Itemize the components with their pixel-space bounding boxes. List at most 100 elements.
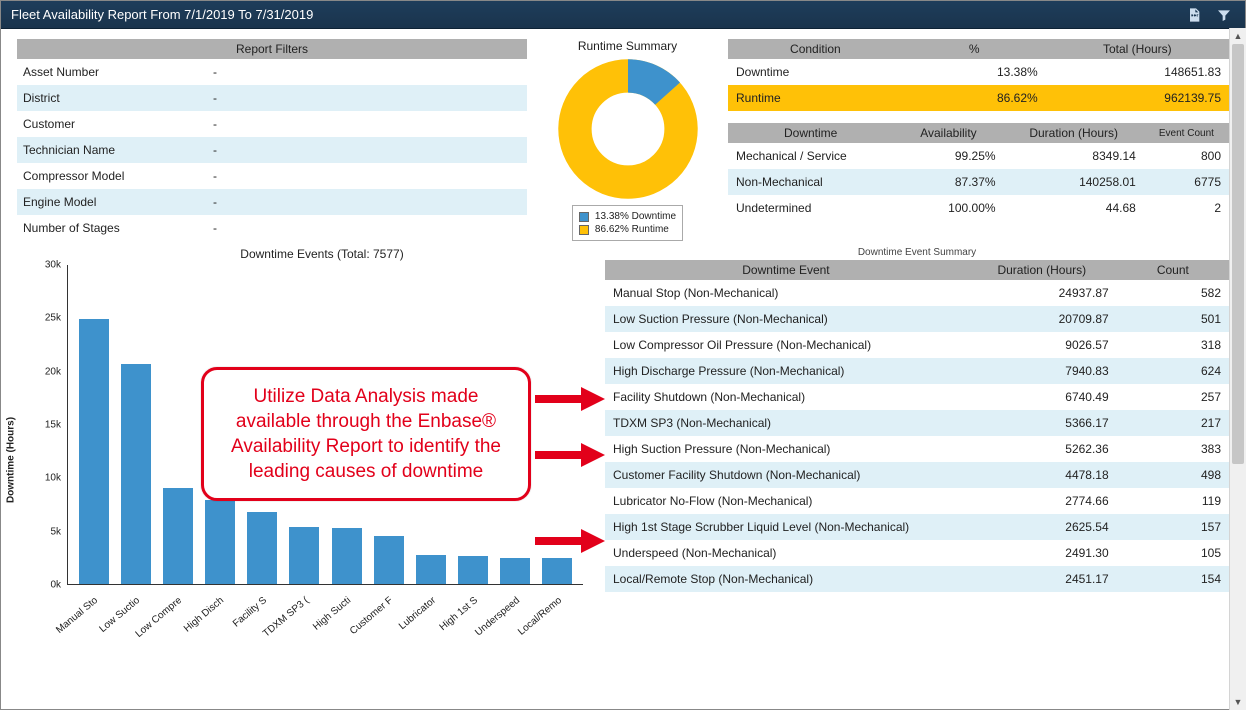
filter-button[interactable]	[1213, 4, 1235, 26]
runtime-legend: 13.38% Downtime 86.62% Runtime	[572, 205, 683, 241]
y-tick-label: 5k	[50, 526, 61, 537]
filter-row: Asset Number-	[17, 59, 527, 85]
legend-runtime-label: 86.62% Runtime	[595, 223, 669, 236]
cell-duration: 20709.87	[967, 306, 1117, 332]
filter-row: Engine Model-	[17, 189, 527, 215]
table-row: Mechanical / Service99.25%8349.14800	[728, 143, 1229, 169]
filter-label: Asset Number	[17, 65, 207, 79]
cell-count: 498	[1117, 462, 1229, 488]
cell-duration: 140258.01	[1004, 169, 1144, 195]
filter-label: Engine Model	[17, 195, 207, 209]
cell-count: 318	[1117, 332, 1229, 358]
cell-event: Manual Stop (Non-Mechanical)	[605, 280, 967, 306]
dcat-th-1: Availability	[893, 123, 1003, 143]
cell-hours: 148651.83	[1046, 59, 1229, 85]
app-window: Fleet Availability Report From 7/1/2019 …	[0, 0, 1246, 710]
cell-duration: 8349.14	[1004, 143, 1144, 169]
annotation-arrow-3	[535, 529, 605, 553]
bottom-row: Downtime Events (Total: 7577) Downtime (…	[17, 247, 1229, 655]
filter-icon	[1216, 7, 1232, 23]
cell-count: 217	[1117, 410, 1229, 436]
chart-bar	[374, 536, 404, 584]
bar-slot	[160, 265, 195, 584]
cell-count: 119	[1117, 488, 1229, 514]
filter-row: Number of Stages-	[17, 215, 527, 241]
filter-label: Number of Stages	[17, 221, 207, 235]
report-body: Report Filters Asset Number-District-Cus…	[1, 29, 1245, 709]
titlebar-actions	[1183, 4, 1235, 26]
annotation-arrow-1	[535, 387, 605, 411]
cell-count: 383	[1117, 436, 1229, 462]
cell-event: Underspeed (Non-Mechanical)	[605, 540, 967, 566]
cell-duration: 5366.17	[967, 410, 1117, 436]
chart-bar	[121, 364, 151, 584]
condition-table: Condition % Total (Hours) Downtime13.38%…	[728, 39, 1229, 111]
chart-title: Downtime Events (Total: 7577)	[17, 247, 587, 261]
table-row: Runtime86.62%962139.75	[728, 85, 1229, 111]
swatch-downtime	[579, 212, 589, 222]
runtime-summary-title: Runtime Summary	[578, 39, 677, 53]
cell-count: 157	[1117, 514, 1229, 540]
pdf-icon	[1186, 7, 1202, 23]
cell-event: TDXM SP3 (Non-Mechanical)	[605, 410, 967, 436]
cell-count: 624	[1117, 358, 1229, 384]
ev-th-0: Downtime Event	[605, 260, 967, 280]
table-row: Underspeed (Non-Mechanical)2491.30105	[605, 540, 1229, 566]
cell-duration: 5262.36	[967, 436, 1117, 462]
dcat-th-2: Duration (Hours)	[1004, 123, 1144, 143]
chart-bar	[163, 488, 193, 584]
annotation-callout: Utilize Data Analysis made available thr…	[201, 367, 531, 501]
ev-th-2: Count	[1117, 260, 1229, 280]
cell-count: 501	[1117, 306, 1229, 332]
cell-percent: 86.62%	[903, 85, 1046, 111]
filter-value: -	[207, 143, 527, 157]
cell-duration: 2774.66	[967, 488, 1117, 514]
filter-row: Compressor Model-	[17, 163, 527, 189]
table-row: High Discharge Pressure (Non-Mechanical)…	[605, 358, 1229, 384]
legend-downtime-label: 13.38% Downtime	[595, 210, 676, 223]
y-tick-label: 0k	[50, 580, 61, 591]
condition-th-0: Condition	[728, 39, 903, 59]
cell-availability: 99.25%	[893, 143, 1003, 169]
filter-label: Compressor Model	[17, 169, 207, 183]
cell-count: 105	[1117, 540, 1229, 566]
cell-duration: 2625.54	[967, 514, 1117, 540]
event-summary-table: Downtime Event Duration (Hours) Count Ma…	[605, 260, 1229, 592]
event-summary-title: Downtime Event Summary	[605, 247, 1229, 258]
condition-th-2: Total (Hours)	[1046, 39, 1229, 59]
table-row: High 1st Stage Scrubber Liquid Level (No…	[605, 514, 1229, 540]
cell-count: 154	[1117, 566, 1229, 592]
table-row: Downtime13.38%148651.83	[728, 59, 1229, 85]
table-row: Lubricator No-Flow (Non-Mechanical)2774.…	[605, 488, 1229, 514]
cell-downtime: Mechanical / Service	[728, 143, 893, 169]
downtime-category-table: Downtime Availability Duration (Hours) E…	[728, 123, 1229, 221]
runtime-summary-panel: Runtime Summary 13.38% Downtime	[545, 39, 710, 241]
report-title: Fleet Availability Report From 7/1/2019 …	[11, 7, 313, 22]
chart-bar	[416, 555, 446, 585]
filter-value: -	[207, 221, 527, 235]
cell-percent: 13.38%	[903, 59, 1046, 85]
table-row: Facility Shutdown (Non-Mechanical)6740.4…	[605, 384, 1229, 410]
cell-event: Low Suction Pressure (Non-Mechanical)	[605, 306, 967, 332]
table-row: TDXM SP3 (Non-Mechanical)5366.17217	[605, 410, 1229, 436]
filter-row: Customer-	[17, 111, 527, 137]
cell-duration: 6740.49	[967, 384, 1117, 410]
cell-count: 6775	[1144, 169, 1229, 195]
chart-bar	[79, 319, 109, 584]
cell-event: High Suction Pressure (Non-Mechanical)	[605, 436, 967, 462]
cell-duration: 24937.87	[967, 280, 1117, 306]
cell-event: Lubricator No-Flow (Non-Mechanical)	[605, 488, 967, 514]
bar-slot	[76, 265, 111, 584]
cell-duration: 2451.17	[967, 566, 1117, 592]
chart-bar	[500, 558, 530, 584]
cell-downtime: Non-Mechanical	[728, 169, 893, 195]
cell-count: 800	[1144, 143, 1229, 169]
filter-value: -	[207, 91, 527, 105]
x-tick-label: Local/Remo	[540, 589, 575, 655]
y-tick-label: 20k	[45, 366, 61, 377]
y-tick-label: 25k	[45, 313, 61, 324]
filter-label: Customer	[17, 117, 207, 131]
table-row: Undetermined100.00%44.682	[728, 195, 1229, 221]
table-row: Local/Remote Stop (Non-Mechanical)2451.1…	[605, 566, 1229, 592]
export-pdf-button[interactable]	[1183, 4, 1205, 26]
